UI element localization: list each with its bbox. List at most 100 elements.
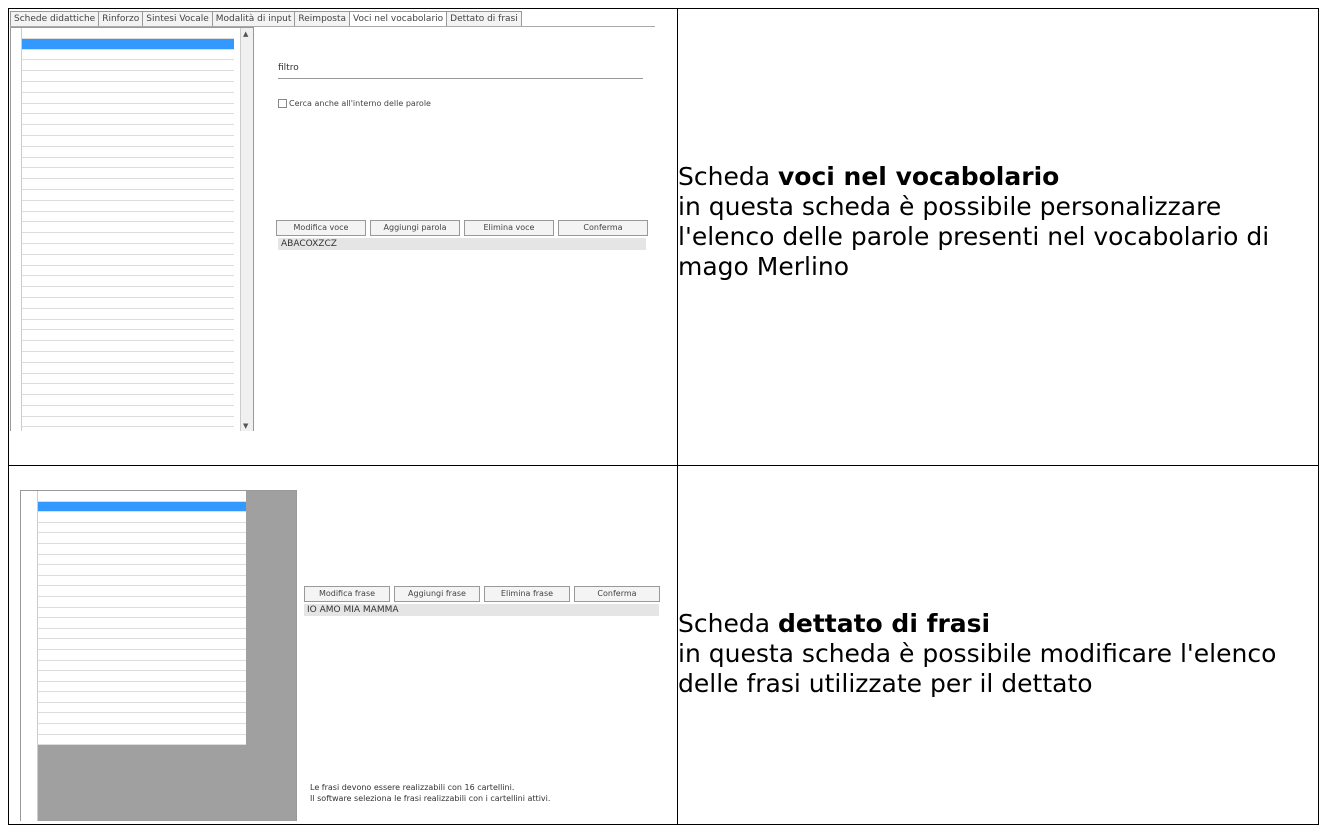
list-item[interactable] bbox=[38, 649, 246, 661]
tab-rinforzo[interactable]: Rinforzo bbox=[98, 11, 144, 26]
delete-entry-button[interactable]: Elimina voce bbox=[464, 220, 554, 236]
modify-entry-button[interactable]: Modifica voce bbox=[276, 220, 366, 236]
list-item[interactable] bbox=[22, 341, 234, 352]
list-item[interactable] bbox=[22, 276, 234, 288]
list-item[interactable] bbox=[22, 28, 234, 39]
list-item[interactable] bbox=[22, 135, 234, 147]
list-item[interactable] bbox=[38, 565, 246, 576]
list-item[interactable] bbox=[38, 628, 246, 640]
tab-voci-vocabolario[interactable]: Voci nel vocabolario bbox=[349, 11, 448, 26]
list-item[interactable] bbox=[22, 416, 234, 428]
confirm-button[interactable]: Conferma bbox=[558, 220, 648, 236]
list-item[interactable] bbox=[22, 168, 234, 180]
list-item[interactable] bbox=[38, 671, 246, 682]
list-item[interactable] bbox=[22, 297, 234, 309]
list-item[interactable] bbox=[22, 114, 234, 126]
list-item[interactable] bbox=[22, 287, 234, 298]
sentence-list-rows bbox=[38, 491, 246, 746]
scroll-up-icon[interactable]: ▲ bbox=[243, 30, 248, 38]
note-line-2: Il software seleziona le frasi realizzab… bbox=[310, 794, 551, 803]
list-item[interactable] bbox=[22, 265, 234, 277]
list-item[interactable] bbox=[22, 243, 234, 255]
description-body: in questa scheda è possibile modificare … bbox=[678, 639, 1277, 698]
tab-schede-didattiche[interactable]: Schede didattiche bbox=[10, 11, 100, 26]
scrollbar[interactable]: ▲ ▼ bbox=[240, 28, 253, 431]
word-list-rows bbox=[22, 28, 234, 431]
list-item[interactable] bbox=[22, 405, 234, 417]
list-item[interactable] bbox=[22, 427, 234, 431]
sentences-description: Scheda dettato di frasi in questa scheda… bbox=[678, 609, 1308, 699]
list-item[interactable] bbox=[22, 319, 234, 331]
description-title: dettato di frasi bbox=[777, 609, 991, 638]
modify-sentence-button[interactable]: Modifica frase bbox=[304, 586, 390, 602]
list-item[interactable] bbox=[38, 543, 246, 555]
list-item[interactable] bbox=[38, 586, 246, 597]
list-item[interactable] bbox=[22, 384, 234, 396]
list-item[interactable] bbox=[38, 522, 246, 534]
list-item[interactable] bbox=[38, 575, 246, 587]
list-item[interactable] bbox=[38, 660, 246, 672]
list-item[interactable] bbox=[22, 373, 234, 385]
list-item[interactable] bbox=[38, 618, 246, 629]
list-item[interactable] bbox=[22, 189, 234, 201]
list-item[interactable] bbox=[22, 308, 234, 320]
add-word-button[interactable]: Aggiungi parola bbox=[370, 220, 460, 236]
list-item[interactable] bbox=[38, 639, 246, 650]
list-item[interactable] bbox=[22, 38, 234, 50]
list-item[interactable] bbox=[22, 330, 234, 342]
tab-sintesi-vocale[interactable]: Sintesi Vocale bbox=[142, 11, 213, 26]
list-item[interactable] bbox=[22, 211, 234, 223]
list-item[interactable] bbox=[22, 351, 234, 363]
list-item[interactable] bbox=[22, 71, 234, 82]
list-item[interactable] bbox=[38, 734, 246, 746]
list-item[interactable] bbox=[38, 607, 246, 619]
list-item[interactable] bbox=[38, 681, 246, 693]
list-item[interactable] bbox=[38, 554, 246, 566]
note-line-1: Le frasi devono essere realizzabili con … bbox=[310, 783, 515, 792]
checkbox-icon[interactable] bbox=[278, 99, 287, 108]
list-item[interactable] bbox=[22, 60, 234, 72]
description-body: in questa scheda è possibile personalizz… bbox=[678, 192, 1270, 281]
sentence-list-grid[interactable] bbox=[20, 490, 297, 821]
current-sentence-field[interactable]: IO AMO MIA MAMMA bbox=[304, 604, 659, 616]
list-item[interactable] bbox=[38, 596, 246, 608]
list-item[interactable] bbox=[22, 92, 234, 104]
list-item[interactable] bbox=[38, 512, 246, 523]
description-prefix: Scheda bbox=[678, 609, 778, 638]
list-item[interactable] bbox=[38, 692, 246, 703]
search-inside-checkbox[interactable]: Cerca anche all'interno delle parole bbox=[278, 99, 431, 108]
scroll-down-icon[interactable]: ▼ bbox=[243, 422, 248, 430]
word-list-grid[interactable]: ▲ ▼ bbox=[10, 27, 254, 431]
list-item[interactable] bbox=[22, 157, 234, 169]
list-item[interactable] bbox=[38, 491, 246, 502]
add-sentence-button[interactable]: Aggiungi frase bbox=[394, 586, 480, 602]
list-item[interactable] bbox=[38, 724, 246, 735]
list-item[interactable] bbox=[22, 362, 234, 374]
list-item[interactable] bbox=[38, 713, 246, 725]
filter-input[interactable] bbox=[278, 78, 643, 79]
list-item[interactable] bbox=[22, 49, 234, 61]
list-item[interactable] bbox=[22, 254, 234, 266]
checkbox-label: Cerca anche all'interno delle parole bbox=[289, 99, 431, 108]
list-item[interactable] bbox=[22, 146, 234, 158]
vocabulary-buttons: Modifica voce Aggiungi parola Elimina vo… bbox=[276, 220, 648, 236]
list-item[interactable] bbox=[22, 103, 234, 115]
list-item[interactable] bbox=[22, 200, 234, 212]
list-item[interactable] bbox=[22, 395, 234, 406]
list-item[interactable] bbox=[22, 222, 234, 234]
current-word-field[interactable]: ABACOXZCZ bbox=[278, 238, 646, 250]
tab-reimposta[interactable]: Reimposta bbox=[294, 11, 351, 26]
list-item[interactable] bbox=[22, 179, 234, 190]
list-item[interactable] bbox=[38, 533, 246, 544]
list-item[interactable] bbox=[22, 125, 234, 136]
list-item[interactable] bbox=[38, 702, 246, 714]
vocabulary-screenshot: Schede didattiche Rinforzo Sintesi Vocale M… bbox=[10, 11, 655, 431]
list-item[interactable] bbox=[22, 81, 234, 93]
tab-dettato-frasi[interactable]: Dettato di frasi bbox=[446, 11, 522, 26]
sentences-screenshot: Modifica frase Aggiungi frase Elimina fr… bbox=[10, 476, 670, 821]
list-item[interactable] bbox=[38, 501, 246, 513]
list-item[interactable] bbox=[22, 233, 234, 244]
confirm-button[interactable]: Conferma bbox=[574, 586, 660, 602]
delete-sentence-button[interactable]: Elimina frase bbox=[484, 586, 570, 602]
tab-modalita-input[interactable]: Modalità di input bbox=[211, 11, 296, 26]
